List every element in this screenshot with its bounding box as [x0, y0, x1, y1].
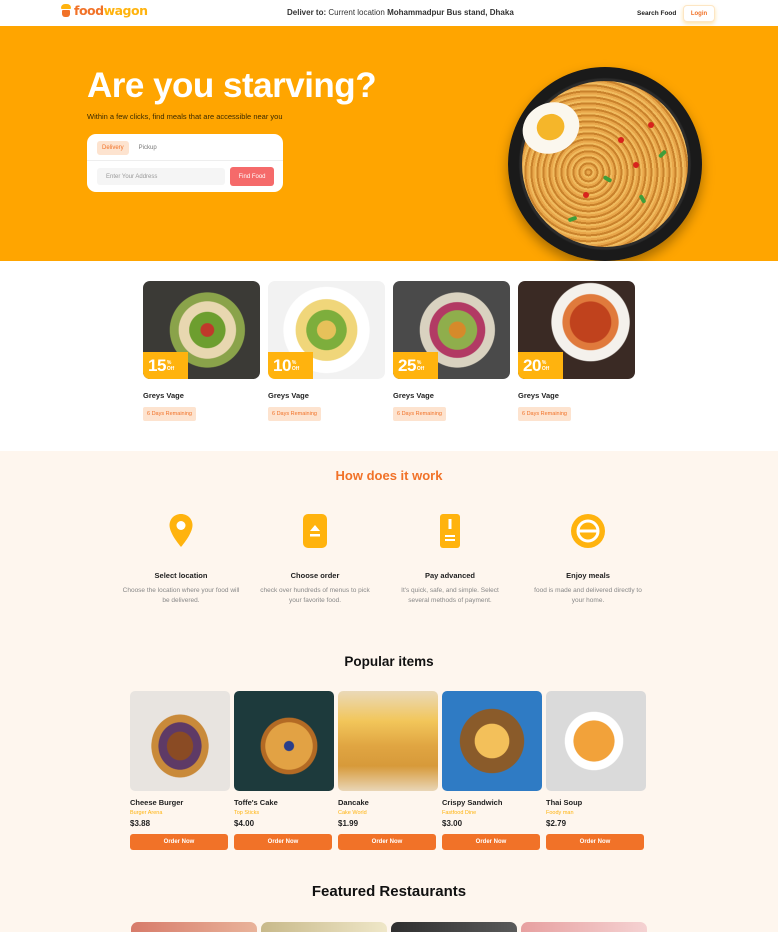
item-image[interactable] [338, 691, 438, 791]
item-price: $4.00 [234, 819, 255, 828]
item-name: Cheese Burger [130, 798, 184, 807]
noodle-bowl-image [508, 67, 702, 261]
tab-delivery[interactable]: Delivery [97, 141, 129, 155]
item-name: Toffe's Cake [234, 798, 278, 807]
deal-card[interactable]: 25 % Off Greys Vage 6 Days Remaining [393, 281, 510, 421]
days-remaining-badge: 6 Days Remaining [143, 407, 196, 421]
delivery-tabs: Delivery Pickup [97, 141, 162, 155]
deliver-to[interactable]: Deliver to: Current location Mohammadpur… [287, 8, 514, 17]
login-button[interactable]: Login [683, 5, 715, 22]
item-image[interactable] [442, 691, 542, 791]
tab-pickup[interactable]: Pickup [134, 141, 162, 155]
restaurant-card-image[interactable] [131, 922, 257, 932]
discount-badge: 15 % Off [143, 352, 188, 379]
deal-card[interactable]: 10 % Off Greys Vage 6 Days Remaining [268, 281, 385, 421]
item-restaurant: Top Sticks [234, 810, 260, 816]
order-now-button[interactable]: Order Now [442, 834, 540, 850]
top-navbar: foodwagon Deliver to: Current location M… [0, 0, 778, 26]
how-it-works-section: How does it work Select location Choose … [0, 451, 778, 932]
popular-item-card: Toffe's Cake Top Sticks $4.00 Order Now [234, 691, 334, 850]
order-now-button[interactable]: Order Now [234, 834, 332, 850]
days-remaining-badge: 6 Days Remaining [268, 407, 321, 421]
search-food-label: Search Food [637, 10, 677, 17]
step-pay-advanced: Pay advanced It's quick, safe, and simpl… [390, 511, 510, 606]
item-restaurant: Burger Arena [130, 810, 163, 816]
delivery-search-card: Delivery Pickup Enter Your Address Find … [87, 134, 283, 192]
item-image[interactable] [130, 691, 230, 791]
item-price: $3.88 [130, 819, 151, 828]
featured-restaurants-title: Featured Restaurants [311, 883, 467, 900]
order-now-button[interactable]: Order Now [338, 834, 436, 850]
item-image[interactable] [546, 691, 646, 791]
item-image[interactable] [234, 691, 334, 791]
item-name: Crispy Sandwich [442, 798, 503, 807]
deal-name: Greys Vage [393, 391, 434, 400]
discount-badge: 20 % Off [518, 352, 563, 379]
deal-card[interactable]: 20 % Off Greys Vage 6 Days Remaining [518, 281, 635, 421]
deliver-label: Deliver to: [287, 8, 327, 17]
deal-name: Greys Vage [518, 391, 559, 400]
deliver-current: Current location [328, 8, 385, 17]
order-icon [295, 511, 335, 551]
deal-name: Greys Vage [268, 391, 309, 400]
brand-logo[interactable]: foodwagon [61, 3, 148, 18]
deal-image: 20 % Off [518, 281, 635, 379]
item-name: Thai Soup [546, 798, 583, 807]
burger-logo-icon [61, 3, 71, 18]
popular-item-card: Thai Soup Foody man $2.79 Order Now [546, 691, 646, 850]
step-select-location: Select location Choose the location wher… [121, 511, 241, 606]
popular-item-card: Dancake Cake World $1.99 Order Now [338, 691, 438, 850]
deal-name: Greys Vage [143, 391, 184, 400]
days-remaining-badge: 6 Days Remaining [393, 407, 446, 421]
step-choose-order: Choose order check over hundreds of menu… [255, 511, 375, 606]
item-price: $2.79 [546, 819, 567, 828]
deals-section: 15 % Off Greys Vage 6 Days Remaining 10 %… [0, 261, 778, 451]
deliver-address: Mohammadpur Bus stand, Dhaka [387, 8, 514, 17]
hero-section: Are you starving? Within a few clicks, f… [0, 26, 778, 261]
item-restaurant: Cake World [338, 810, 367, 816]
logo-text-wagon: wagon [103, 3, 148, 18]
deal-image: 10 % Off [268, 281, 385, 379]
discount-badge: 10 % Off [268, 352, 313, 379]
popular-item-card: Crispy Sandwich Fastfood Dine $3.00 Orde… [442, 691, 542, 850]
address-input[interactable]: Enter Your Address [97, 168, 225, 185]
payment-icon [430, 511, 470, 551]
step-enjoy-meals: Enjoy meals food is made and delivered d… [528, 511, 648, 606]
search-food-link[interactable]: Search Food [637, 10, 676, 17]
hero-subtitle: Within a few clicks, find meals that are… [87, 112, 283, 121]
how-title: How does it work [335, 468, 443, 483]
discount-badge: 25 % Off [393, 352, 438, 379]
restaurant-card-image[interactable] [391, 922, 517, 932]
deal-image: 25 % Off [393, 281, 510, 379]
deal-card[interactable]: 15 % Off Greys Vage 6 Days Remaining [143, 281, 260, 421]
order-now-button[interactable]: Order Now [546, 834, 644, 850]
item-restaurant: Foody man [546, 810, 574, 816]
order-now-button[interactable]: Order Now [130, 834, 228, 850]
item-price: $1.99 [338, 819, 359, 828]
popular-item-card: Cheese Burger Burger Arena $3.88 Order N… [130, 691, 230, 850]
popular-items-title: Popular items [344, 654, 434, 669]
logo-text-food: food [74, 3, 104, 18]
item-name: Dancake [338, 798, 369, 807]
hero-title: Are you starving? [87, 66, 377, 105]
restaurant-card-image[interactable] [521, 922, 647, 932]
deal-image: 15 % Off [143, 281, 260, 379]
restaurant-card-image[interactable] [261, 922, 387, 932]
find-food-button[interactable]: Find Food [230, 167, 274, 186]
meal-icon [568, 511, 608, 551]
location-pin-icon [161, 511, 201, 551]
item-restaurant: Fastfood Dine [442, 810, 477, 816]
card-divider [87, 160, 283, 161]
item-price: $3.00 [442, 819, 463, 828]
days-remaining-badge: 6 Days Remaining [518, 407, 571, 421]
